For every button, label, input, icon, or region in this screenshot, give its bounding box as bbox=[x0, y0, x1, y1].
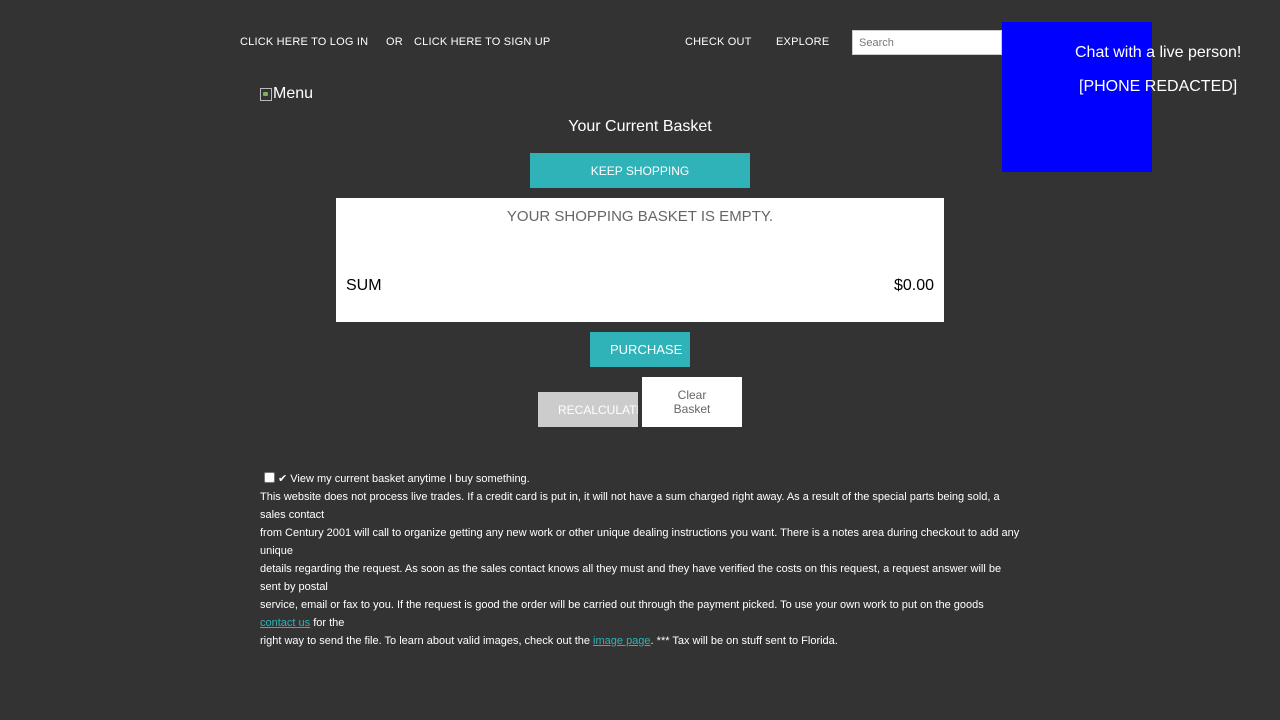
explore-link[interactable]: EXPLORE bbox=[776, 36, 829, 48]
clear-basket-button[interactable]: Clear Basket bbox=[642, 377, 742, 427]
basket-table: YOUR SHOPPING BASKET IS EMPTY. SUM $0.00 bbox=[336, 198, 944, 322]
contact-us-link[interactable]: contact us bbox=[260, 617, 310, 629]
chat-phone: [PHONE REDACTED] bbox=[1079, 78, 1238, 95]
notice-line-4: service, email or fax to you. If the req… bbox=[260, 596, 1020, 632]
view-basket-checkbox[interactable] bbox=[264, 472, 275, 483]
or-text: OR bbox=[386, 36, 403, 48]
menu-image[interactable]: Menu bbox=[260, 85, 313, 103]
notice-line-4b: for the bbox=[310, 617, 345, 629]
checkout-link[interactable]: CHECK OUT bbox=[685, 36, 752, 48]
login-link[interactable]: CLICK HERE TO LOG IN bbox=[240, 36, 368, 48]
basket-title: Your Current Basket bbox=[568, 118, 712, 135]
clear-basket-label: Clear Basket bbox=[673, 388, 711, 416]
menu-image-alt: Menu bbox=[273, 85, 314, 102]
keep-shopping-button[interactable]: KEEP SHOPPING bbox=[530, 153, 750, 188]
image-page-link[interactable]: image page bbox=[593, 635, 651, 647]
purchase-button[interactable]: PURCHASE bbox=[590, 332, 690, 367]
signup-link[interactable]: CLICK HERE TO SIGN UP bbox=[414, 36, 550, 48]
sum-label: SUM bbox=[346, 277, 382, 294]
broken-image-icon bbox=[260, 87, 272, 101]
checkbox-label: ✔ View my current basket anytime I buy s… bbox=[278, 473, 530, 485]
footer-notice: ✔ View my current basket anytime I buy s… bbox=[260, 470, 1020, 650]
notice-line-4a: service, email or fax to you. If the req… bbox=[260, 599, 984, 611]
sum-value: $0.00 bbox=[893, 277, 934, 294]
notice-line-1: This website does not process live trade… bbox=[260, 491, 1000, 521]
notice-line-5: right way to send the file. To learn abo… bbox=[260, 632, 1020, 650]
notice-line-5a: right way to send the file. To learn abo… bbox=[260, 635, 594, 647]
search-input[interactable] bbox=[852, 30, 1002, 55]
notice-line-5b: . *** Tax will be on stuff sent to Flori… bbox=[650, 635, 838, 647]
empty-basket-message: YOUR SHOPPING BASKET IS EMPTY. bbox=[506, 208, 774, 225]
notice-line-2: from Century 2001 will call to organize … bbox=[260, 527, 1020, 557]
notice-line-3: details regarding the request. As soon a… bbox=[260, 563, 1002, 593]
chat-title: Chat with a live person! bbox=[1075, 44, 1242, 61]
recalculate-button[interactable]: RECALCULATE bbox=[538, 392, 638, 427]
